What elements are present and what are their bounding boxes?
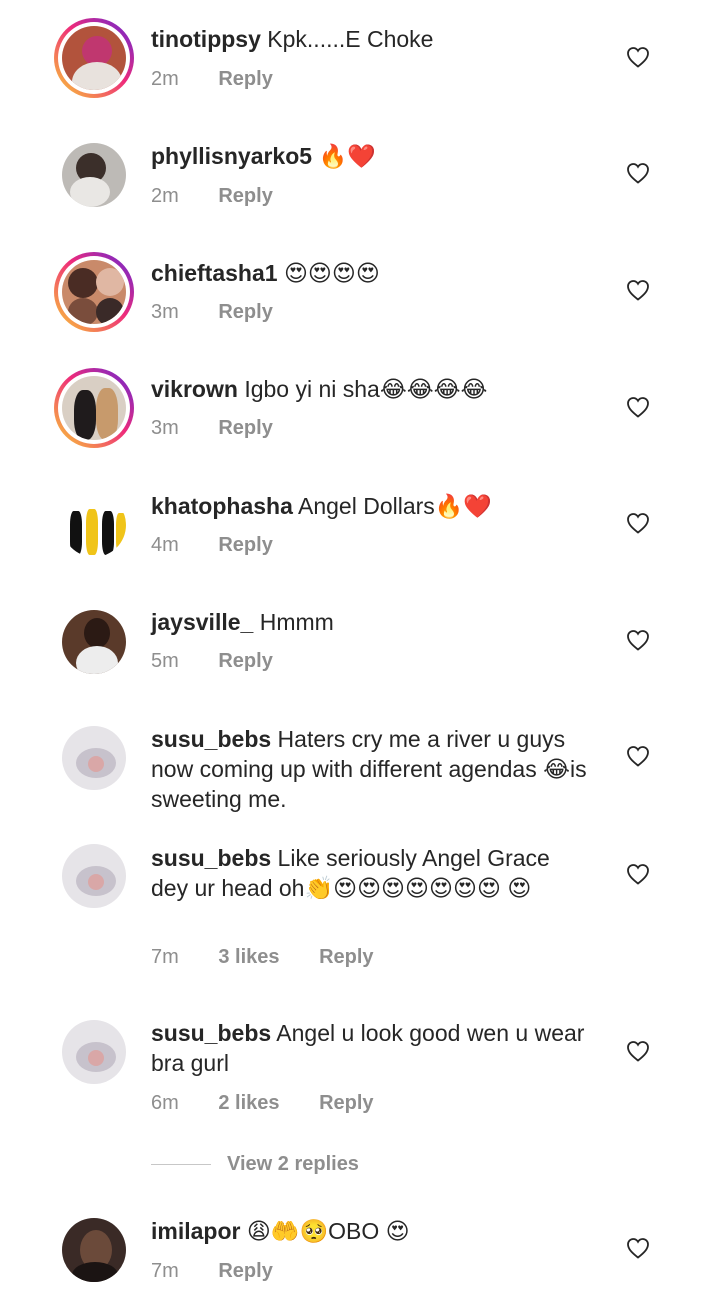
avatar[interactable] bbox=[54, 485, 134, 565]
comment-username[interactable]: chieftasha1 bbox=[151, 260, 278, 286]
comment-username[interactable]: imilapor bbox=[151, 1218, 240, 1244]
comment-text: phyllisnyarko5 🔥❤️ bbox=[151, 141, 591, 172]
reply-button[interactable]: Reply bbox=[218, 68, 272, 90]
comment-meta: 4m Reply bbox=[151, 530, 307, 560]
comment-time: 2m bbox=[151, 185, 179, 207]
comment-meta: 2m Reply bbox=[151, 64, 307, 94]
avatar[interactable] bbox=[54, 252, 134, 332]
reply-button[interactable]: Reply bbox=[218, 417, 272, 439]
view-replies-divider bbox=[151, 1164, 211, 1166]
comment-text: jaysville_ Hmmm bbox=[151, 607, 591, 637]
reply-button[interactable]: Reply bbox=[218, 1260, 272, 1282]
comment-username[interactable]: jaysville_ bbox=[151, 609, 253, 635]
comment-text: vikrown Igbo yi ni sha😂😂😂😂 bbox=[151, 374, 591, 404]
comment-time: 7m bbox=[151, 946, 179, 968]
comment-meta: 5m Reply bbox=[151, 646, 307, 676]
comment-body: Hmmm bbox=[259, 609, 334, 635]
comment-meta: 2m Reply bbox=[151, 181, 307, 211]
heart-outline-icon[interactable] bbox=[626, 745, 650, 767]
comment-body: Kpk......E Choke bbox=[267, 26, 434, 52]
view-replies-button[interactable]: View 2 replies bbox=[151, 1153, 359, 1179]
comment-username[interactable]: tinotippsy bbox=[151, 26, 261, 52]
heart-outline-icon[interactable] bbox=[626, 279, 650, 301]
reply-button[interactable]: Reply bbox=[218, 534, 272, 556]
view-replies-label: View 2 replies bbox=[227, 1153, 359, 1175]
heart-outline-icon[interactable] bbox=[626, 162, 650, 184]
comment-meta: 6m 2 likes Reply bbox=[151, 1088, 408, 1118]
heart-outline-icon[interactable] bbox=[626, 396, 650, 418]
comment-meta: 3m Reply bbox=[151, 413, 307, 443]
heart-outline-icon[interactable] bbox=[626, 46, 650, 68]
comment-body: 🔥❤️ bbox=[318, 144, 376, 170]
avatar[interactable] bbox=[54, 602, 134, 682]
comment-text: khatophasha Angel Dollars🔥❤️ bbox=[151, 491, 591, 521]
comment-meta: 3m Reply bbox=[151, 297, 307, 327]
avatar[interactable] bbox=[54, 135, 134, 215]
comment-text: susu_bebs Like seriously Angel Grace dey… bbox=[151, 843, 591, 903]
comment-body: Angel Dollars🔥❤️ bbox=[298, 493, 493, 519]
reply-button[interactable]: Reply bbox=[218, 650, 272, 672]
reply-button[interactable]: Reply bbox=[319, 1092, 373, 1114]
comment-time: 7m bbox=[151, 1260, 179, 1282]
comment-username[interactable]: susu_bebs bbox=[151, 726, 271, 752]
comment-time: 4m bbox=[151, 534, 179, 556]
comment-text: susu_bebs Haters cry me a river u guys n… bbox=[151, 724, 591, 814]
avatar[interactable] bbox=[54, 718, 134, 798]
comment-text: imilapor 😩🤲🥺OBO 😍 bbox=[151, 1216, 591, 1246]
comment-body: Igbo yi ni sha😂😂😂😂 bbox=[244, 376, 488, 402]
comment-text: susu_bebs Angel u look good wen u wear b… bbox=[151, 1018, 591, 1078]
avatar[interactable] bbox=[54, 368, 134, 448]
comment-username[interactable]: phyllisnyarko5 bbox=[151, 143, 312, 169]
avatar[interactable] bbox=[54, 18, 134, 98]
heart-outline-icon[interactable] bbox=[626, 629, 650, 651]
likes-count[interactable]: 3 likes bbox=[218, 946, 279, 968]
comment-time: 3m bbox=[151, 301, 179, 323]
comment-meta: 7m Reply bbox=[151, 1256, 307, 1286]
likes-count[interactable]: 2 likes bbox=[218, 1092, 279, 1114]
comment-username[interactable]: susu_bebs bbox=[151, 845, 271, 871]
comment-body: 😍😍😍😍 bbox=[283, 261, 380, 287]
reply-button[interactable]: Reply bbox=[218, 301, 272, 323]
reply-button[interactable]: Reply bbox=[218, 185, 272, 207]
comment-text: tinotippsy Kpk......E Choke bbox=[151, 24, 591, 54]
comment-username[interactable]: vikrown bbox=[151, 376, 238, 402]
reply-button[interactable]: Reply bbox=[319, 946, 373, 968]
avatar[interactable] bbox=[54, 836, 134, 916]
comment-username[interactable]: khatophasha bbox=[151, 493, 293, 519]
comment-time: 3m bbox=[151, 417, 179, 439]
comment-meta: 7m 3 likes Reply bbox=[151, 942, 408, 972]
avatar[interactable] bbox=[54, 1012, 134, 1092]
heart-outline-icon[interactable] bbox=[626, 1237, 650, 1259]
comment-time: 5m bbox=[151, 650, 179, 672]
avatar[interactable] bbox=[54, 1210, 134, 1290]
comment-time: 2m bbox=[151, 68, 179, 90]
comment-text: chieftasha1 😍😍😍😍 bbox=[151, 258, 591, 289]
comment-time: 6m bbox=[151, 1092, 179, 1114]
comment-username[interactable]: susu_bebs bbox=[151, 1020, 271, 1046]
heart-outline-icon[interactable] bbox=[626, 512, 650, 534]
heart-outline-icon[interactable] bbox=[626, 1040, 650, 1062]
comment-body: 😩🤲🥺OBO 😍 bbox=[246, 1218, 410, 1244]
heart-outline-icon[interactable] bbox=[626, 863, 650, 885]
